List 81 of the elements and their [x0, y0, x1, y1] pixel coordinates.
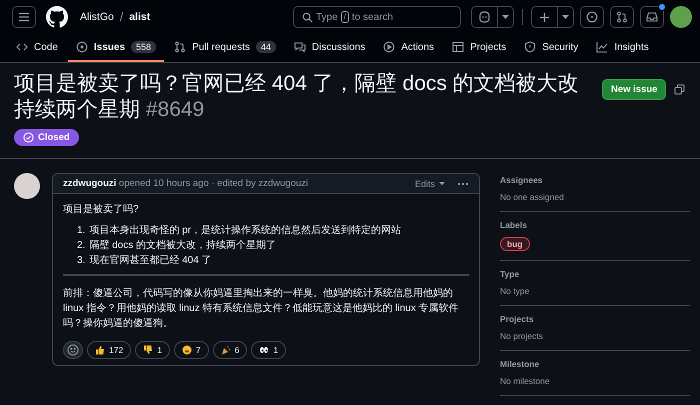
- dropdown-button[interactable]: [498, 6, 514, 28]
- tab-count: 44: [256, 41, 276, 53]
- issue-title: 项目是被卖了吗？官网已经 404 了，隔壁 docs 的文档被大改持续两个星期 #8649: [14, 71, 580, 123]
- comment-meta: zzdwugouzi opened 10 hours ago · edited by zzdwugouzi: [63, 178, 310, 189]
- comment-text: 前排：傻逼公司，代码写的像从你妈逼里掏出来的一样臭。他妈的统计系统信息用他妈的 linux 指令？用他妈的读取 linuz 特有系统信息文件？低能玩意这是他妈比的 linux 专属软件吗？操你妈逼的傻逼狗。: [63, 286, 460, 331]
- dropdown-button[interactable]: [558, 6, 574, 28]
- repo-tab[interactable]: Issues 558: [68, 34, 164, 62]
- plus-icon: [539, 12, 550, 22]
- robot-icon: [478, 11, 491, 23]
- sidebar-value: No type: [500, 286, 530, 296]
- reaction-button[interactable]: 1: [135, 341, 170, 359]
- list-number: 1.: [77, 224, 86, 238]
- reaction-button[interactable]: 7: [174, 341, 209, 359]
- copilot-button[interactable]: [471, 6, 498, 28]
- graph-icon: [596, 41, 608, 53]
- repo-tab[interactable]: Insights: [588, 34, 657, 62]
- list-item-text: 现在官网甚至都已经 404 了: [89, 254, 212, 268]
- search-field[interactable]: Type / to search: [293, 6, 461, 28]
- user-avatar[interactable]: [670, 6, 692, 28]
- search-icon: [302, 12, 313, 22]
- repo-tab[interactable]: Pull requests 44: [166, 34, 284, 62]
- sidebar-heading[interactable]: Assignees: [500, 175, 543, 185]
- party-popper-icon: [220, 345, 231, 355]
- sidebar-value: No milestone: [500, 376, 550, 386]
- issue-label[interactable]: bug: [500, 237, 530, 251]
- pull-request-icon: [174, 41, 186, 53]
- edits-dropdown[interactable]: Edits: [414, 178, 445, 188]
- code-icon: [16, 41, 28, 53]
- octocat-logo-icon[interactable]: [46, 6, 68, 28]
- repo-tab[interactable]: Actions: [375, 34, 442, 62]
- list-item-text: 项目本身出现奇怪的 pr，是统计操作系统的信息然后发送到特定的网站: [89, 224, 402, 238]
- repo-tab[interactable]: Security: [516, 34, 586, 62]
- check-circle-icon: [23, 132, 34, 143]
- menu-icon: [18, 11, 30, 23]
- reaction-button[interactable]: 172: [87, 341, 132, 359]
- inbox-icon: [646, 11, 658, 23]
- sidebar-value: No one assigned: [500, 192, 564, 202]
- pull-requests-button[interactable]: [610, 6, 634, 28]
- new-issue-button[interactable]: New issue: [602, 79, 666, 100]
- issue-icon: [76, 41, 88, 53]
- sidebar-heading[interactable]: Labels: [500, 220, 527, 230]
- repo-tab[interactable]: Code: [8, 34, 66, 62]
- sidebar-heading[interactable]: Projects: [500, 314, 534, 324]
- list-number: 2.: [77, 239, 86, 253]
- discussion-icon: [294, 41, 306, 53]
- reaction-button[interactable]: 6: [212, 341, 248, 359]
- eyes-icon: [259, 345, 270, 355]
- play-icon: [383, 41, 396, 53]
- comment-text: 项目是被卖了吗?: [63, 202, 140, 217]
- caret-icon: [439, 182, 445, 186]
- thumbs-down-icon: [143, 345, 154, 355]
- sidebar-heading[interactable]: Milestone: [500, 359, 540, 369]
- repo-tab[interactable]: Discussions: [286, 34, 374, 62]
- menu-button[interactable]: [12, 6, 36, 28]
- tab-count: 558: [131, 41, 156, 53]
- list-number: 3.: [77, 254, 86, 268]
- caret-icon: [502, 14, 509, 20]
- path-separator: /: [120, 10, 124, 24]
- author-avatar[interactable]: [14, 173, 40, 199]
- issue-icon: [586, 11, 598, 23]
- more-options-icon[interactable]: [457, 182, 469, 186]
- repo-tab[interactable]: Projects: [444, 34, 514, 62]
- smiley-icon: [67, 344, 79, 356]
- repo-link[interactable]: alist: [129, 11, 150, 23]
- laughing-face-icon: [182, 345, 192, 355]
- reaction-button[interactable]: 1: [251, 341, 286, 359]
- inbox-button[interactable]: [640, 6, 664, 28]
- copy-icon[interactable]: [674, 84, 686, 95]
- caret-icon: [562, 14, 569, 20]
- create-new-button[interactable]: [531, 6, 558, 28]
- thumbs-up-icon: [95, 345, 105, 355]
- owner-link[interactable]: AlistGo: [80, 11, 114, 23]
- issues-button[interactable]: [580, 6, 604, 28]
- list-item-text: 隔壁 docs 的文档被大改，持续两个星期了: [89, 238, 276, 253]
- add-reaction-button[interactable]: [63, 341, 83, 359]
- table-icon: [452, 41, 464, 53]
- pull-request-icon: [616, 11, 628, 23]
- sidebar-value: No projects: [500, 331, 543, 341]
- status-badge: Closed: [14, 129, 79, 146]
- shield-icon: [524, 41, 536, 53]
- sidebar-heading[interactable]: Type: [500, 269, 520, 279]
